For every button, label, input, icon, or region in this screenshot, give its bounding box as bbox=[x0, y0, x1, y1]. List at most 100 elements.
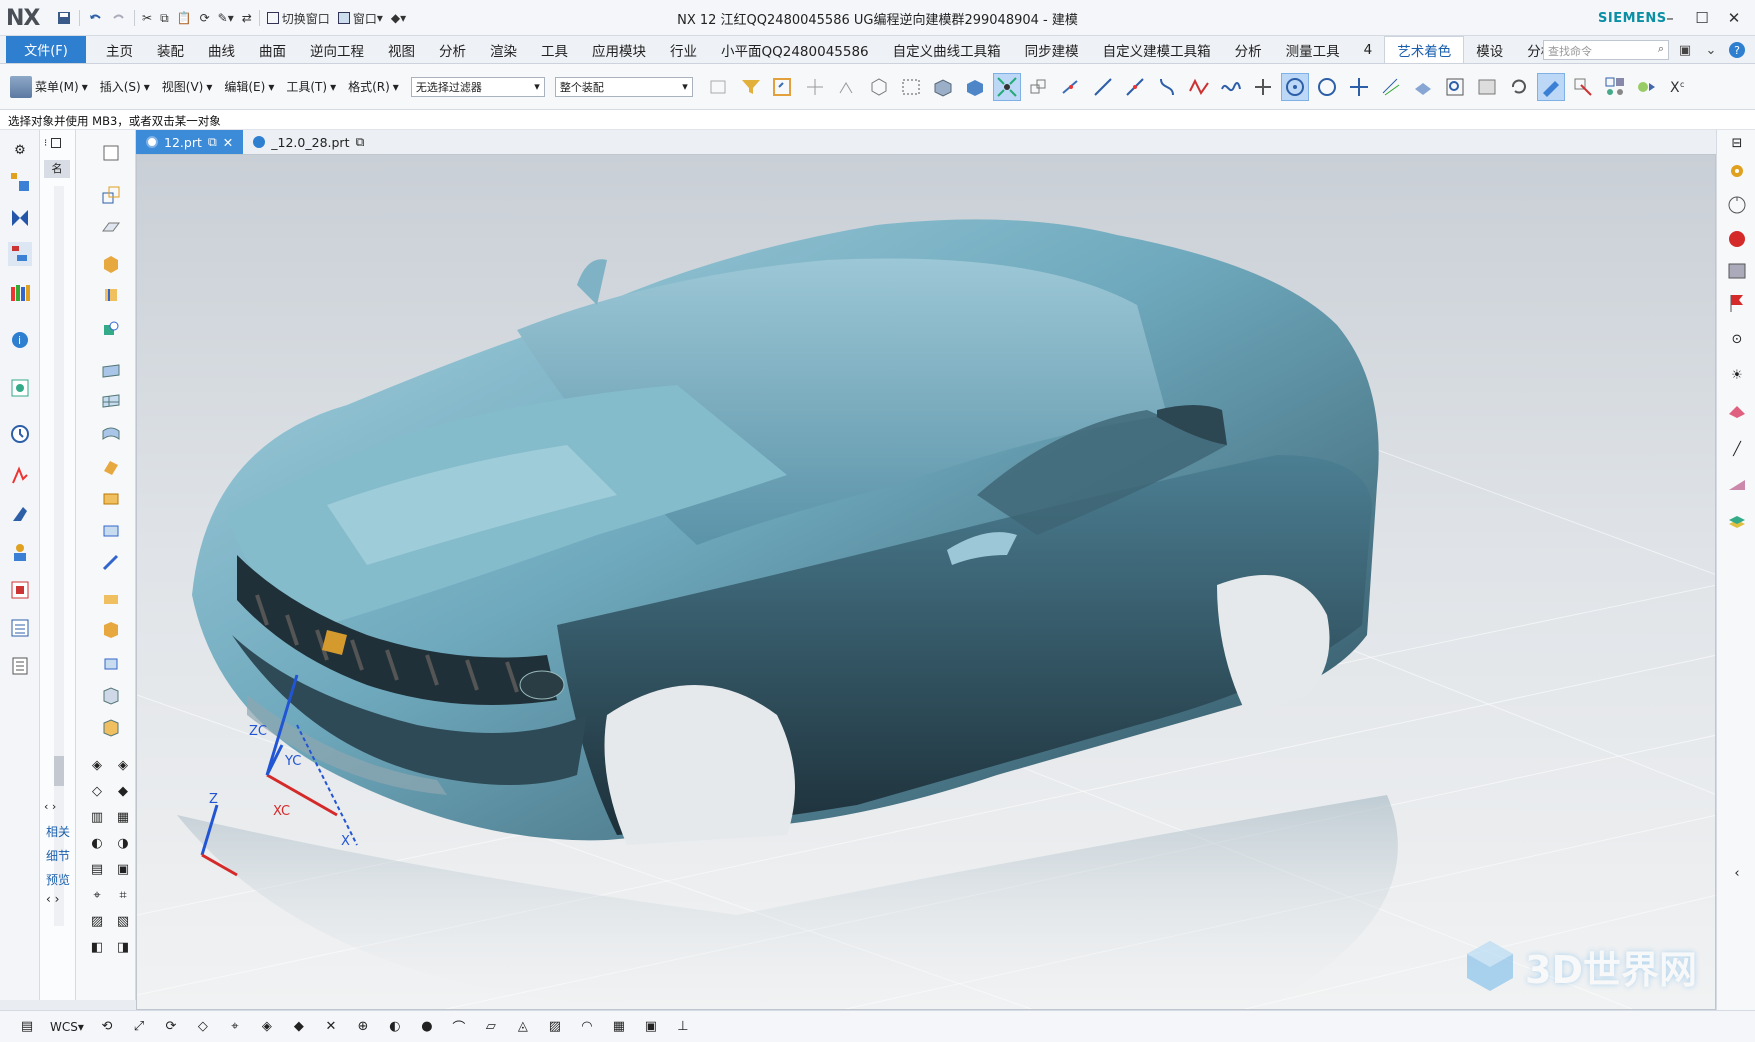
tools-menu-button[interactable]: 工具(T) ▾ bbox=[286, 78, 336, 95]
close-icon[interactable]: ✕ bbox=[1721, 6, 1747, 30]
graphics-window[interactable]: ZC YC XC Z X 3D世界网 bbox=[136, 154, 1716, 1010]
tab-synchronous-modeling[interactable]: 同步建模 bbox=[1013, 36, 1091, 63]
snap-grid-icon[interactable] bbox=[992, 72, 1021, 101]
wcs-display-icon[interactable]: Xc bbox=[1665, 73, 1693, 101]
zoom-icon[interactable] bbox=[1473, 73, 1501, 101]
snap-on-face-icon[interactable]: ▱ bbox=[478, 1014, 504, 1040]
small-tool-6-icon[interactable]: ▦ bbox=[110, 804, 136, 830]
datum-plane-icon[interactable] bbox=[98, 214, 124, 240]
constraint-navigator-icon[interactable] bbox=[8, 206, 32, 230]
small-tool-8-icon[interactable]: ◑ bbox=[110, 830, 136, 856]
snap-intersection-icon[interactable]: ✕ bbox=[318, 1014, 344, 1040]
tab-applications[interactable]: 应用模块 bbox=[580, 36, 658, 63]
system-scenes-icon[interactable] bbox=[8, 578, 32, 602]
selection-filter-select[interactable]: 无选择过滤器 ▾ bbox=[410, 76, 545, 97]
small-tool-13-icon[interactable]: ▨ bbox=[84, 908, 110, 934]
spline-poles-icon[interactable] bbox=[1185, 73, 1213, 101]
view-palette-icon[interactable]: ⊟ bbox=[1724, 130, 1750, 156]
panel-tab-preview[interactable]: 预览 bbox=[40, 868, 76, 890]
small-tool-5-icon[interactable]: ▥ bbox=[84, 804, 110, 830]
wcs-origin-icon[interactable]: ⤢ bbox=[126, 1014, 152, 1040]
assembly-navigator-icon[interactable] bbox=[8, 170, 32, 194]
ramp-icon[interactable] bbox=[1724, 470, 1750, 496]
web-browser-icon[interactable] bbox=[8, 376, 32, 400]
small-tool-14-icon[interactable]: ▧ bbox=[110, 908, 136, 934]
tab-surface[interactable]: 曲面 bbox=[247, 36, 298, 63]
tab-industry[interactable]: 行业 bbox=[658, 36, 709, 63]
sketch-plane-icon[interactable] bbox=[98, 140, 124, 166]
through-curves-icon[interactable] bbox=[98, 358, 124, 384]
insert-menu-button[interactable]: 插入(S) ▾ bbox=[100, 78, 150, 95]
palette-icon[interactable] bbox=[8, 616, 32, 640]
wcs-orient-icon[interactable]: ◇ bbox=[190, 1014, 216, 1040]
sew-icon[interactable] bbox=[98, 584, 124, 610]
wcs-dropdown[interactable]: WCS▾ bbox=[46, 1020, 88, 1034]
tab-analysis[interactable]: 分析 bbox=[427, 36, 478, 63]
panel-scroll-thumb[interactable] bbox=[54, 756, 64, 786]
offset-surface-icon[interactable] bbox=[98, 486, 124, 512]
snap-tangent-icon[interactable]: ◠ bbox=[574, 1014, 600, 1040]
role-icon[interactable] bbox=[8, 540, 32, 564]
panel-tab-related[interactable]: 相关 bbox=[40, 820, 76, 842]
search-icon[interactable]: ⌕ bbox=[1658, 42, 1664, 56]
rotate-wcs-icon[interactable]: ⟳ bbox=[158, 1014, 184, 1040]
tab-tools[interactable]: 工具 bbox=[529, 36, 580, 63]
reuse-library-icon[interactable] bbox=[8, 280, 32, 304]
plane-icon[interactable] bbox=[1724, 398, 1750, 424]
small-tool-11-icon[interactable]: ⌖ bbox=[84, 882, 110, 908]
window-layout-icon[interactable]: ▣ bbox=[1675, 40, 1695, 60]
move-wcs-icon[interactable]: ⟲ bbox=[94, 1014, 120, 1040]
panel-scrollbar[interactable] bbox=[54, 186, 64, 926]
image-icon[interactable] bbox=[1724, 258, 1750, 284]
copy-icon[interactable]: ⧉ bbox=[156, 8, 173, 28]
point-on-curve-icon[interactable] bbox=[1057, 73, 1085, 101]
panel-nav-arrows-icon[interactable]: ‹ › bbox=[46, 892, 59, 906]
orient-view-icon[interactable] bbox=[1569, 73, 1597, 101]
snap-existing-icon[interactable]: ● bbox=[414, 1014, 440, 1040]
tab-curve[interactable]: 曲线 bbox=[196, 36, 247, 63]
rectangle-select-icon[interactable] bbox=[897, 73, 925, 101]
sketch-curve-icon[interactable] bbox=[98, 182, 124, 208]
extension-icon[interactable] bbox=[98, 550, 124, 576]
tab-mold[interactable]: 模设 bbox=[1464, 36, 1515, 63]
hd3d-tools-icon[interactable]: i bbox=[8, 328, 32, 352]
edit-menu-button[interactable]: 编辑(E) ▾ bbox=[224, 78, 274, 95]
shell-icon[interactable] bbox=[98, 682, 124, 708]
minimize-icon[interactable]: – bbox=[1657, 6, 1683, 30]
format-menu-button[interactable]: 格式(R) ▾ bbox=[348, 78, 399, 95]
file-menu-button[interactable]: 文件(F) bbox=[6, 36, 86, 63]
small-tool-12-icon[interactable]: ⌗ bbox=[110, 882, 136, 908]
light-icon[interactable]: ☀ bbox=[1724, 362, 1750, 388]
small-tool-16-icon[interactable]: ◨ bbox=[110, 934, 136, 960]
shaded-cube-icon[interactable] bbox=[961, 73, 989, 101]
snap-point-icon[interactable] bbox=[769, 73, 797, 101]
tab-custom-modeling-toolbox[interactable]: 自定义建模工具箱 bbox=[1091, 36, 1223, 63]
settings-icon[interactable] bbox=[1724, 158, 1750, 184]
process-studio-icon[interactable] bbox=[8, 464, 32, 488]
redo-icon[interactable] bbox=[107, 8, 131, 28]
background-icon[interactable] bbox=[1633, 73, 1661, 101]
tab-custom-curve-toolbox[interactable]: 自定义曲线工具箱 bbox=[881, 36, 1013, 63]
snap-grid-point-icon[interactable]: ▣ bbox=[638, 1014, 664, 1040]
panel-menu-icon[interactable]: ⁝ bbox=[44, 138, 47, 152]
snap-mid-icon[interactable]: ◈ bbox=[254, 1014, 280, 1040]
boolean-icon[interactable] bbox=[98, 316, 124, 342]
customize-quick-access-icon[interactable]: ◆▾ bbox=[387, 8, 410, 28]
studio-surface-icon[interactable] bbox=[98, 420, 124, 446]
snap-perpendicular-icon[interactable]: ⊥ bbox=[670, 1014, 696, 1040]
general-selection-icon[interactable] bbox=[705, 73, 733, 101]
filter-icon[interactable] bbox=[737, 73, 765, 101]
solid-body-icon[interactable] bbox=[929, 73, 957, 101]
ribbon-options-chevron-icon[interactable]: ⌄ bbox=[1701, 40, 1721, 60]
switch-window-button[interactable]: 切换窗口 bbox=[263, 8, 334, 28]
curve-tools-icon[interactable] bbox=[1377, 73, 1405, 101]
side-expand-icon[interactable]: ‹ bbox=[1724, 860, 1750, 886]
settings-gear-icon[interactable]: ⚙ bbox=[8, 138, 32, 162]
doc-tab-12-prt[interactable]: 12.prt ⧉ ✕ bbox=[136, 130, 244, 154]
revolve-icon[interactable] bbox=[98, 282, 124, 308]
stack-icon[interactable] bbox=[1724, 508, 1750, 534]
window-menu-button[interactable]: 窗口 ▾ bbox=[334, 8, 387, 28]
repeat-command-icon[interactable]: ⟳ bbox=[196, 8, 214, 28]
orient-icon[interactable] bbox=[1724, 192, 1750, 218]
panel-maximize-icon[interactable] bbox=[51, 138, 62, 148]
